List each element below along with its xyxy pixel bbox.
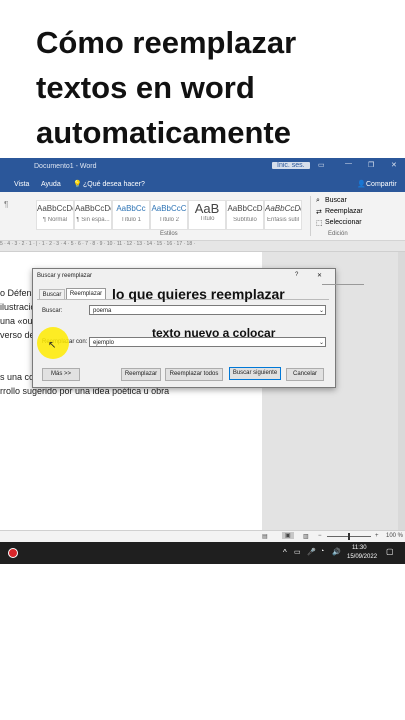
paragraph-mark-icon[interactable]: ¶ — [4, 200, 8, 209]
style-titulo[interactable]: AaB Título — [188, 200, 226, 230]
ribbon-tabs: Vista Ayuda 💡 ¿Qué desea hacer? 👤 Compar… — [0, 176, 405, 192]
window-title: Documento1 - Word — [34, 163, 97, 170]
dialog-help-button[interactable]: ? — [295, 272, 298, 278]
doc-line-4: verso de — [0, 330, 35, 340]
clock-time[interactable]: 11:30 — [352, 545, 367, 551]
style-enfasis-sutil[interactable]: AaBbCcDc Énfasis sutil — [264, 200, 302, 230]
print-layout-icon[interactable]: ▣ — [282, 532, 294, 539]
mouse-pointer-icon: ↖ — [48, 340, 57, 351]
style-preview: AaBbCcDc — [37, 204, 73, 213]
ruler: 5 · 4 · 3 · 2 · 1 · | · 1 · 2 · 3 · 4 · … — [0, 241, 405, 252]
zoom-out-icon[interactable]: − — [318, 533, 322, 539]
style-name: Título 2 — [158, 217, 179, 223]
reemplazar-button[interactable]: Reemplazar — [325, 208, 363, 215]
edicion-group-label: Edición — [328, 231, 348, 237]
read-mode-icon[interactable]: ▤ — [262, 533, 268, 540]
tab-ayuda[interactable]: Ayuda — [41, 181, 61, 188]
buscar-input[interactable]: poema ⌄ — [89, 305, 326, 315]
word-screenshot: Documento1 - Word Inic. ses. ▭ — ❐ ✕ Vis… — [0, 158, 405, 564]
more-options-button[interactable]: Más >> — [42, 368, 80, 381]
zoom-slider-thumb[interactable] — [348, 533, 350, 540]
maximize-icon[interactable]: ❐ — [368, 161, 374, 169]
tab-buscar-label: Buscar — [42, 292, 62, 298]
seleccionar-button[interactable]: Seleccionar — [325, 219, 362, 226]
style-preview: AaBbCcD — [227, 204, 263, 213]
style-name: ¶ Sin espa... — [76, 217, 110, 223]
select-icon: ⬚ — [316, 220, 323, 227]
doc-line-3: una «ou — [0, 316, 33, 326]
search-icon: ⌕ — [316, 197, 320, 204]
chevron-down-icon[interactable]: ⌄ — [319, 306, 324, 316]
cancel-button[interactable]: Cancelar — [286, 368, 324, 381]
reemplazar-input-value: ejemplo — [93, 340, 115, 346]
dialog-title: Buscar y reemplazar — [37, 273, 93, 279]
headline-line-2: textos en word — [36, 70, 255, 105]
style-preview: AaBbCcC — [151, 204, 187, 213]
clock-date[interactable]: 15/09/2022 — [347, 554, 377, 560]
style-name: Subtítulo — [233, 217, 257, 223]
dialog-close-button[interactable]: ✕ — [317, 272, 322, 279]
buscar-button[interactable]: Buscar — [325, 197, 347, 204]
doc-line-5: s una co — [0, 372, 35, 382]
chevron-down-icon[interactable]: ⌄ — [319, 338, 324, 348]
word-title-bar: Documento1 - Word Inic. ses. ▭ — ❐ ✕ — [0, 158, 405, 176]
find-hint-overlay: lo que quieres reemplazar — [112, 286, 285, 302]
find-next-button[interactable]: Buscar siguiente — [229, 367, 281, 380]
share-icon: 👤 — [357, 181, 366, 188]
lightbulb-icon: 💡 — [73, 181, 82, 188]
ribbon-divider — [310, 196, 311, 236]
headline-line-3: automaticamente — [36, 115, 291, 150]
web-layout-icon[interactable]: ▥ — [303, 533, 309, 540]
windows-taskbar: ^ ▭ 🎤 ◔ 🔊 11:30 15/09/2022 ▢ — [0, 542, 405, 564]
doc-line-2: ilustració — [0, 302, 36, 312]
notifications-icon[interactable]: ▢ — [386, 547, 394, 556]
buscar-label: Buscar: — [42, 308, 63, 314]
style-name: ¶ Normal — [42, 217, 68, 223]
tab-vista[interactable]: Vista — [14, 181, 29, 188]
style-preview: AaBbCcDc — [265, 204, 301, 213]
ruler-marks: 5 · 4 · 3 · 2 · 1 · | · 1 · 2 · 3 · 4 · … — [0, 241, 196, 247]
style-preview: AaBbCcDc — [75, 204, 111, 213]
ribbon-home: ¶ AaBbCcDc ¶ Normal AaBbCcDc ¶ Sin espa.… — [0, 192, 405, 241]
style-sin-espaciado[interactable]: AaBbCcDc ¶ Sin espa... — [74, 200, 112, 230]
tell-me-search[interactable]: ¿Qué desea hacer? — [83, 181, 145, 188]
buscar-input-value: poema — [93, 308, 112, 314]
network-icon[interactable]: ▭ — [294, 548, 301, 556]
style-preview: AaBbCc — [116, 204, 146, 213]
style-subtitulo[interactable]: AaBbCcD Subtítulo — [226, 200, 264, 230]
replace-hint-overlay: texto nuevo a colocar — [152, 326, 276, 340]
minimize-icon[interactable]: — — [345, 160, 352, 167]
ribbon-display-icon[interactable]: ▭ — [318, 161, 325, 169]
video-headline: Cómo reemplazar textos en word automatic… — [36, 20, 396, 155]
replace-button[interactable]: Reemplazar — [121, 368, 161, 381]
replace-icon: ⇄ — [316, 209, 322, 216]
sign-in-button[interactable]: Inic. ses. — [272, 162, 310, 169]
headline-line-1: Cómo reemplazar — [36, 25, 297, 60]
style-name: Título — [199, 216, 215, 222]
close-window-icon[interactable]: ✕ — [391, 161, 397, 169]
style-normal[interactable]: AaBbCcDc ¶ Normal — [36, 200, 74, 230]
volume-icon[interactable]: 🔊 — [332, 548, 341, 556]
doc-line-1: o Défens — [0, 288, 37, 298]
style-preview: AaB — [194, 201, 220, 216]
styles-group-label: Estilos — [160, 231, 178, 237]
style-titulo-1[interactable]: AaBbCc Título 1 — [112, 200, 150, 230]
microphone-icon[interactable]: 🎤 — [307, 548, 316, 556]
find-hint-underline — [322, 284, 364, 285]
style-titulo-2[interactable]: AaBbCcC Título 2 — [150, 200, 188, 230]
style-name: Título 1 — [120, 217, 141, 223]
tray-chevron-icon[interactable]: ^ — [283, 548, 287, 557]
wifi-icon[interactable]: ◔ — [320, 548, 324, 555]
replace-all-button[interactable]: Reemplazar todos — [165, 368, 223, 381]
zoom-level[interactable]: 100 % — [386, 533, 403, 539]
share-button[interactable]: Compartir — [366, 181, 397, 188]
tab-reemplazar-label: Reemplazar — [69, 291, 103, 297]
vertical-scrollbar[interactable] — [398, 252, 405, 530]
zoom-in-icon[interactable]: + — [375, 533, 379, 539]
style-name: Énfasis sutil — [266, 217, 299, 223]
record-icon[interactable] — [8, 548, 18, 558]
